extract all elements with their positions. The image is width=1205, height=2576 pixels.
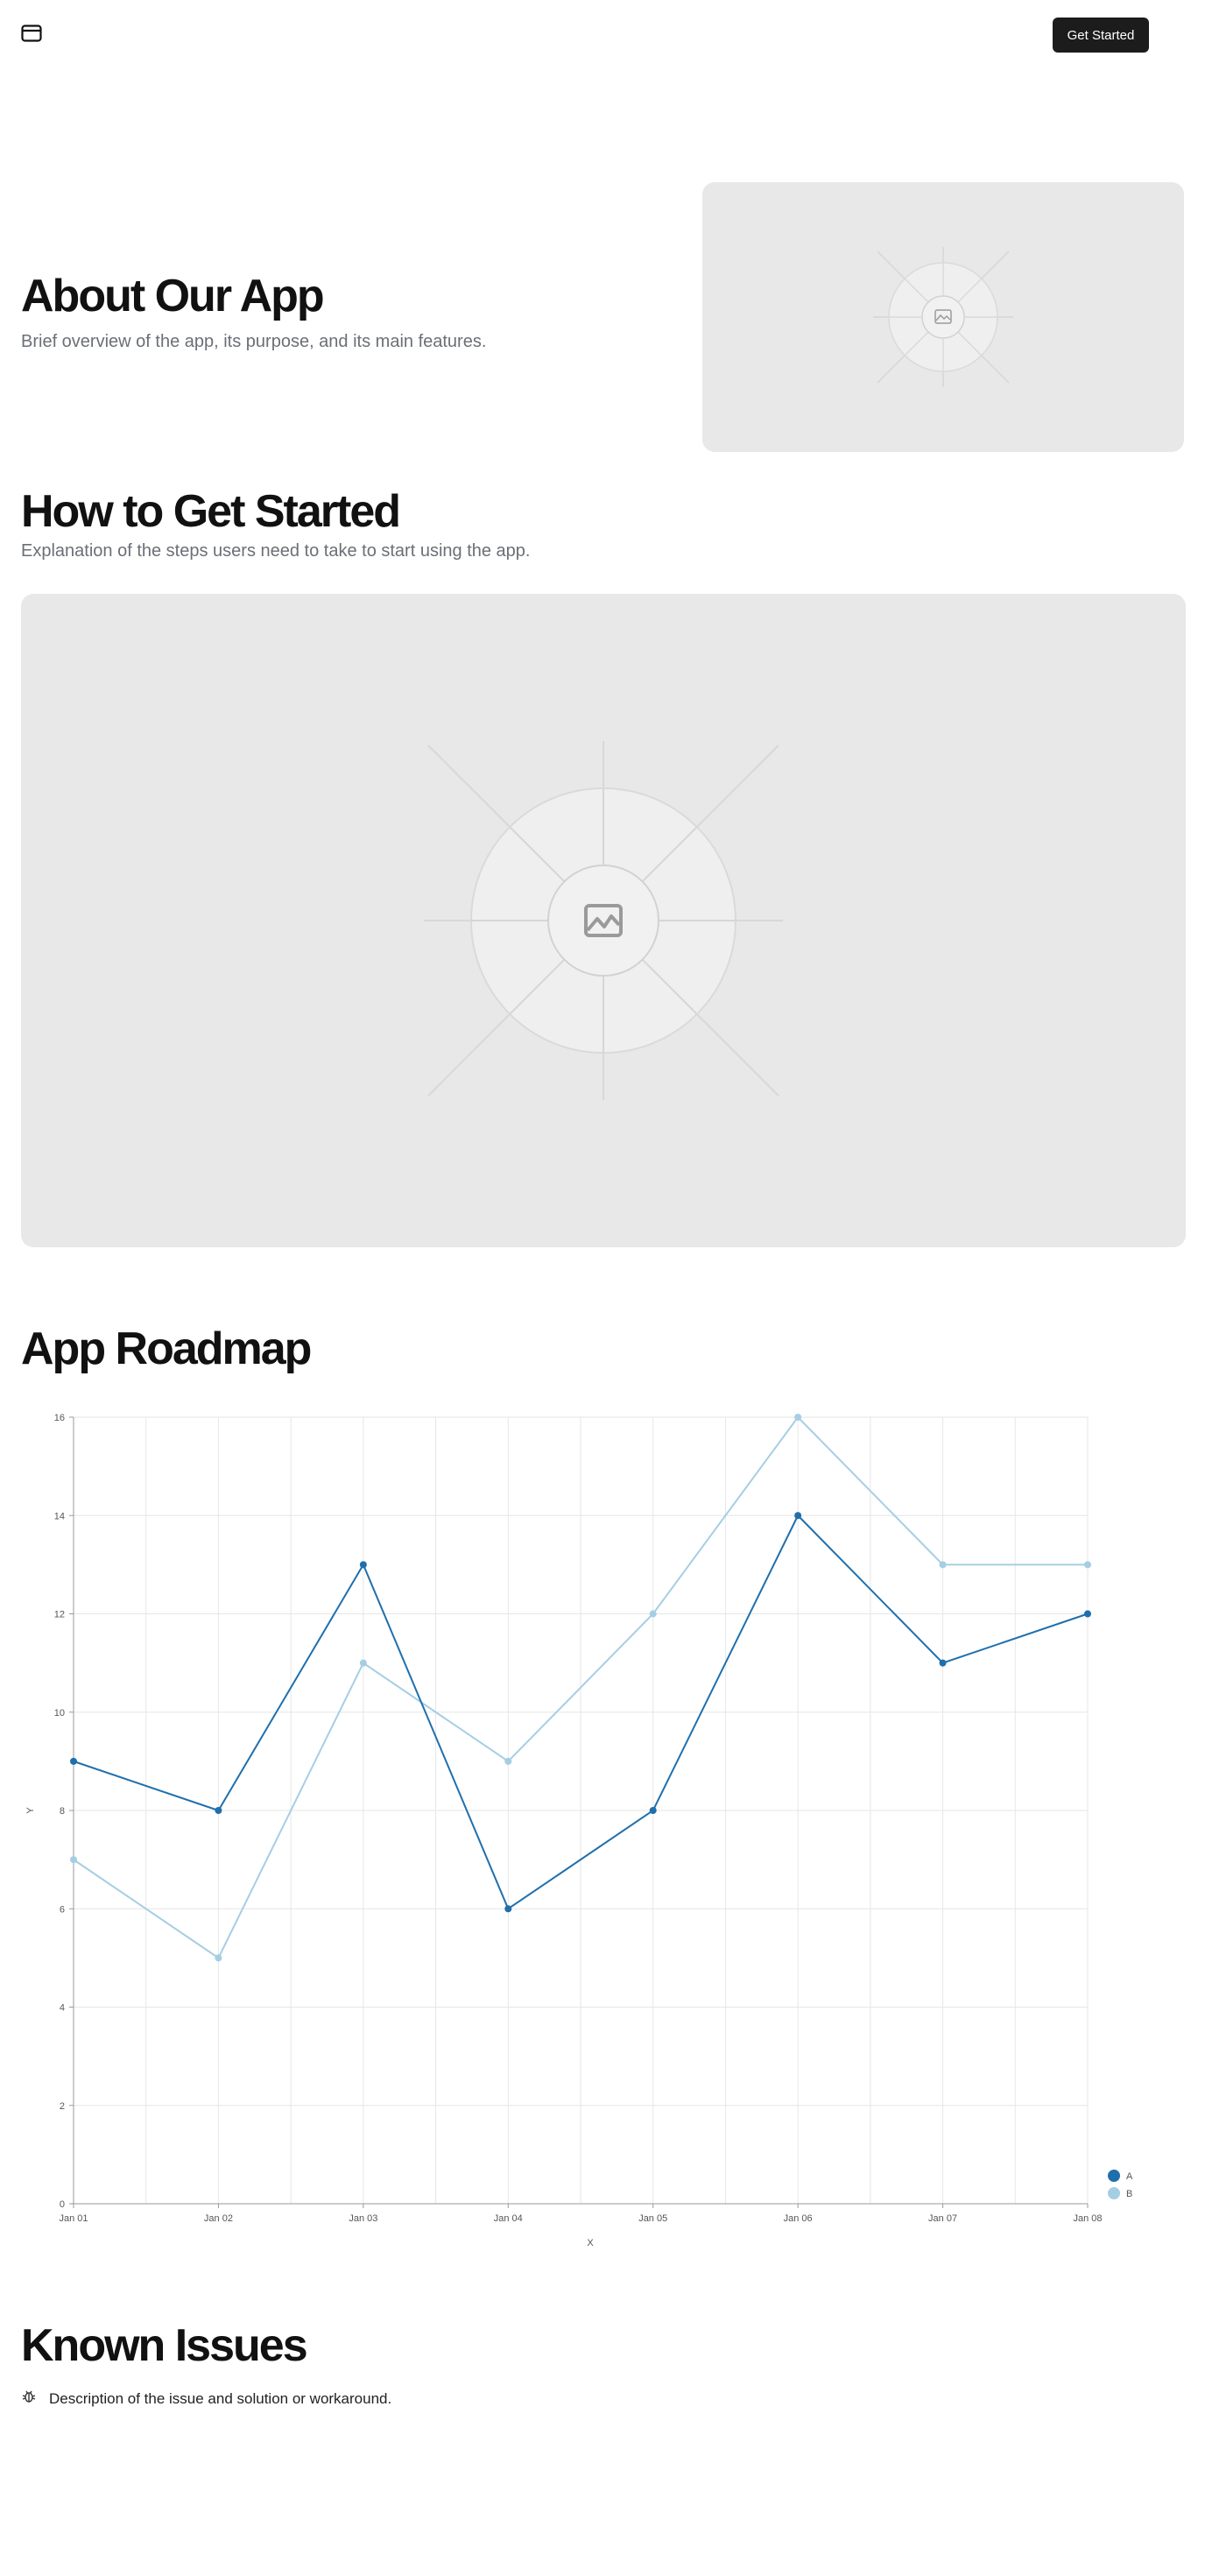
data-point-B (70, 1856, 77, 1864)
chart-legend: AB (1108, 2170, 1133, 2199)
issue-item: Description of the issue and solution or… (21, 2389, 391, 2409)
x-tick-label: Jan 06 (784, 2213, 813, 2224)
x-tick-label: Jan 03 (349, 2213, 377, 2224)
data-point-B (939, 1561, 947, 1569)
site-header: Get Started (0, 0, 1205, 70)
data-point-A (649, 1807, 657, 1814)
legend-label-A: A (1126, 2171, 1133, 2182)
roadmap-title: App Roadmap (21, 1323, 312, 1374)
about-title: About Our App (21, 271, 325, 321)
data-point-A (1084, 1610, 1091, 1618)
image-placeholder-icon (873, 247, 1013, 387)
x-tick-label: Jan 08 (1073, 2213, 1102, 2224)
y-axis-title: Y (25, 1807, 36, 1814)
browser-window-icon[interactable] (21, 25, 42, 42)
y-tick-label: 2 (60, 2101, 65, 2112)
image-placeholder-icon (424, 741, 783, 1100)
data-point-B (359, 1659, 367, 1667)
data-point-A (359, 1561, 367, 1569)
x-axis-title: X (587, 2238, 594, 2248)
data-point-B (794, 1414, 802, 1421)
get-started-title: How to Get Started (21, 486, 401, 537)
legend-marker-A (1108, 2170, 1120, 2182)
legend-marker-B (1108, 2187, 1120, 2199)
legend-label-B: B (1126, 2189, 1132, 2199)
chart-axes: 0 2 4 6 8 10 12 14 16 Jan 01 Jan 02 Jan 03 Jan 04 Jan… (25, 1413, 1103, 2248)
x-tick-label: Jan 05 (638, 2213, 667, 2224)
y-tick-label: 0 (60, 2199, 65, 2210)
get-started-description: Explanation of the steps users need to t… (21, 541, 531, 561)
y-tick-label: 10 (54, 1708, 65, 1719)
data-point-A (794, 1512, 802, 1520)
data-point-B (649, 1610, 657, 1618)
data-point-A (215, 1807, 222, 1814)
x-tick-label: Jan 01 (59, 2213, 88, 2224)
y-tick-label: 4 (60, 2003, 65, 2014)
about-image (702, 182, 1184, 452)
y-tick-label: 6 (60, 1904, 65, 1915)
y-tick-label: 16 (54, 1413, 65, 1423)
data-point-B (1084, 1561, 1091, 1569)
known-issues-title: Known Issues (21, 2320, 308, 2371)
data-point-A (70, 1757, 77, 1765)
x-tick-label: Jan 04 (494, 2213, 523, 2224)
y-tick-label: 12 (54, 1610, 65, 1620)
data-point-B (504, 1757, 512, 1765)
data-point-B (215, 1954, 222, 1962)
get-started-button[interactable]: Get Started (1053, 18, 1149, 53)
x-tick-label: Jan 02 (204, 2213, 233, 2224)
issue-text: Description of the issue and solution or… (49, 2389, 392, 2407)
x-tick-label: Jan 07 (928, 2213, 957, 2224)
roadmap-chart: 0 2 4 6 8 10 12 14 16 Jan 01 Jan 02 Jan 03 Jan 04 Jan… (25, 1413, 1133, 2248)
y-tick-label: 14 (54, 1511, 65, 1521)
about-description: Brief overview of the app, its purpose, … (21, 332, 487, 351)
data-point-A (504, 1905, 512, 1913)
bug-icon (21, 2389, 37, 2409)
y-tick-label: 8 (60, 1806, 65, 1817)
get-started-image (21, 594, 1186, 1247)
chart-grid (73, 1416, 1089, 2205)
data-point-A (939, 1659, 947, 1667)
